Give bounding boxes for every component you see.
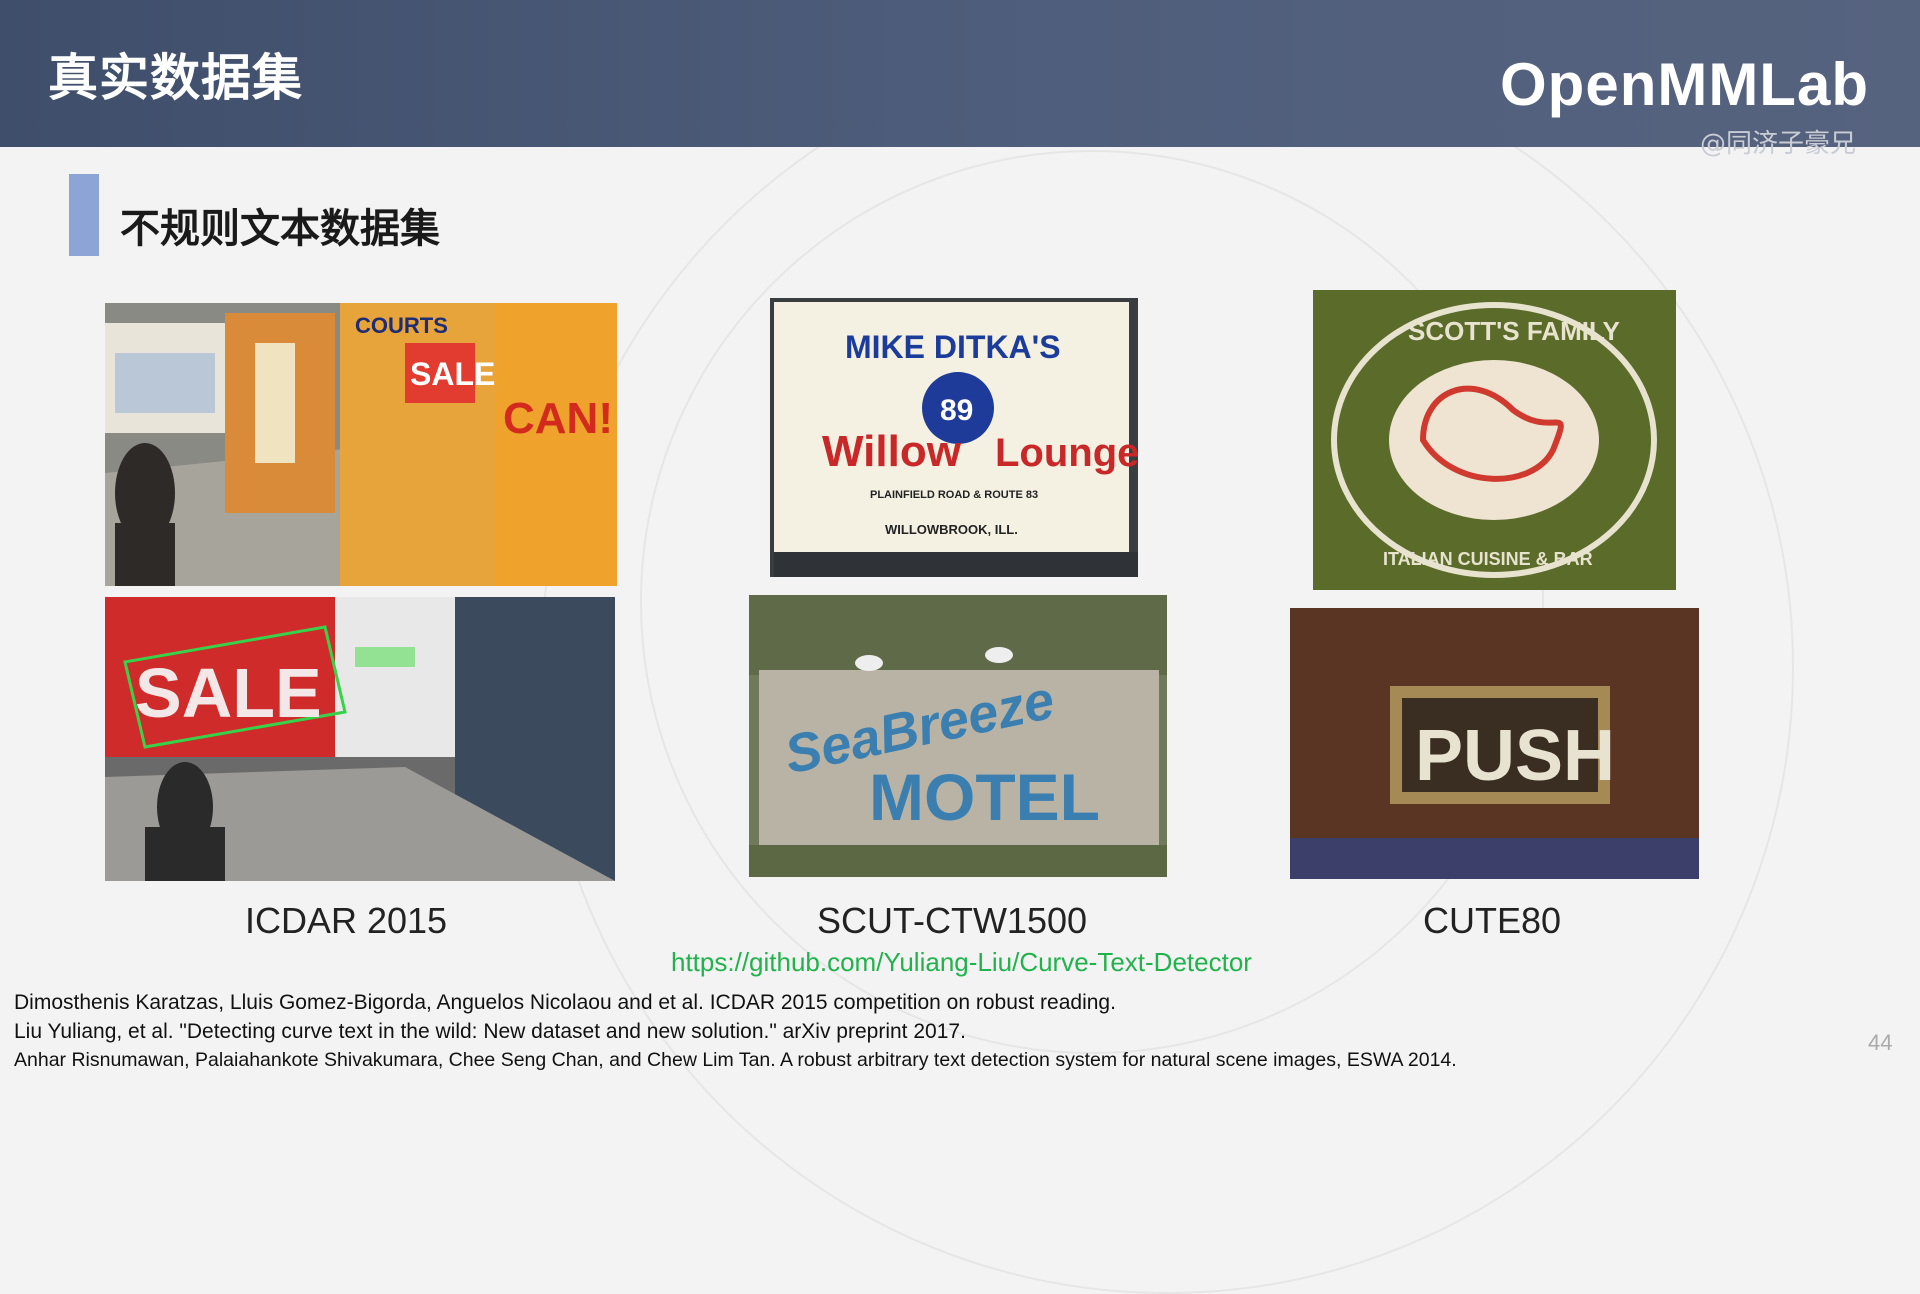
ctw-top-text-4: Lounge <box>995 431 1138 475</box>
page-number: 44 <box>1868 1030 1893 1055</box>
section-title: 不规则文本数据集 <box>120 206 440 252</box>
header-bar: 真实数据集 OpenMMLab <box>0 0 1920 147</box>
ctw-bottom-text-2: MOTEL <box>869 760 1100 834</box>
ctw-top-text-2: 89 <box>940 394 973 427</box>
page-title: 真实数据集 <box>48 49 303 107</box>
cute-top-text-1: SCOTT'S FAMILY <box>1408 316 1620 346</box>
cute-bottom-text-1: PUSH <box>1415 716 1615 796</box>
icdar-top-text-3: CAN! <box>503 394 613 443</box>
ctw-top-text-6: WILLOWBROOK, ILL. <box>885 522 1018 537</box>
icdar-bottom-text-1: SALE <box>135 654 322 732</box>
section-accent-bar <box>69 174 99 256</box>
ctw1500-image-motel: SeaBreeze MOTEL <box>749 595 1167 877</box>
ctw-top-text-1: MIKE DITKA'S <box>845 329 1061 365</box>
ctw-top-text-3: Willow <box>822 427 962 476</box>
cute-top-text-2: ITALIAN CUISINE & BAR <box>1383 549 1593 569</box>
icdar2015-image-mall: COURTS SALE CAN! <box>105 303 617 586</box>
ctw1500-image-sign: MIKE DITKA'S 89 Willow Lounge PLAINFIELD… <box>770 298 1138 577</box>
ctw-top-text-5: PLAINFIELD ROAD & ROUTE 83 <box>870 489 1038 501</box>
caption-icdar2015: ICDAR 2015 <box>244 900 448 941</box>
references: Dimosthenis Karatzas, Lluis Gomez-Bigord… <box>14 988 1457 1074</box>
watermark: @同济子豪兄 <box>1700 129 1857 159</box>
icdar2015-image-sale: SALE <box>105 597 615 881</box>
openmmlab-logo: OpenMMLab <box>1500 51 1869 118</box>
caption-cute80: CUTE80 <box>1422 900 1562 941</box>
reference-1: Dimosthenis Karatzas, Lluis Gomez-Bigord… <box>14 991 1116 1014</box>
reference-2: Liu Yuliang, et al. "Detecting curve tex… <box>14 1020 966 1043</box>
github-link[interactable]: https://github.com/Yuliang-Liu/Curve-Tex… <box>671 947 1252 978</box>
icdar-top-text-2: SALE <box>410 356 495 392</box>
cute80-image-push: PUSH <box>1290 608 1699 879</box>
caption-scut-ctw1500: SCUT-CTW1500 <box>816 900 1088 941</box>
cute80-image-logo: SCOTT'S FAMILY ITALIAN CUISINE & BAR <box>1313 290 1676 590</box>
reference-3: Anhar Risnumawan, Palaiahankote Shivakum… <box>14 1049 1457 1071</box>
icdar-top-text-1: COURTS <box>355 313 448 338</box>
